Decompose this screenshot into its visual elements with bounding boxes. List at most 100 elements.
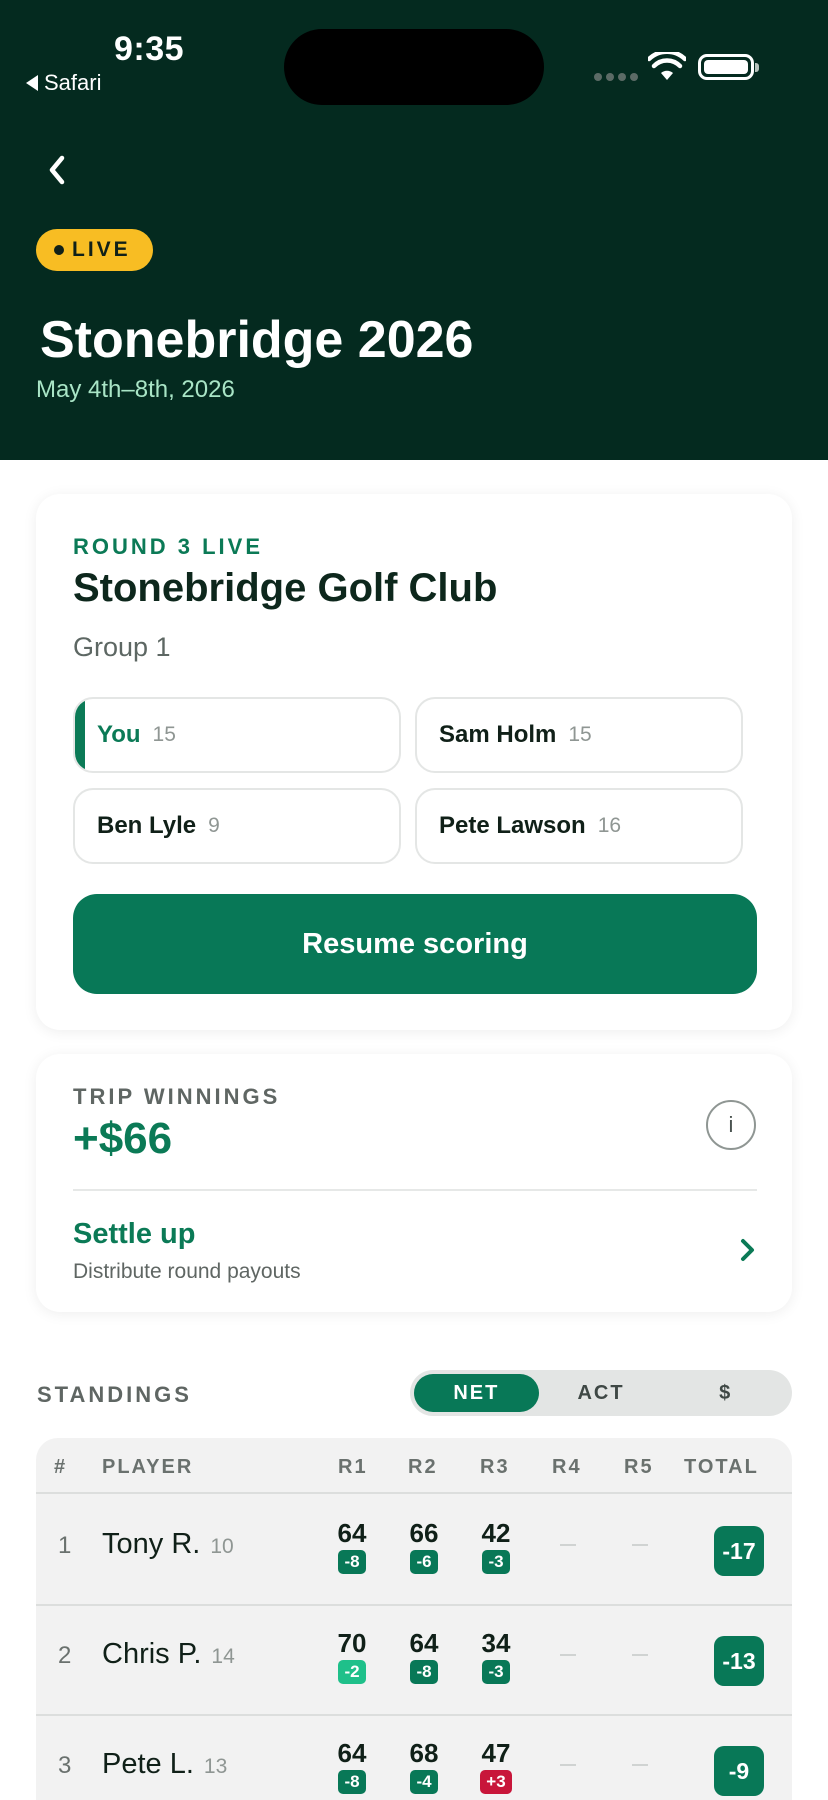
round-1-cell: 64 -8 bbox=[322, 1740, 382, 1794]
settle-up-subtitle: Distribute round payouts bbox=[73, 1260, 301, 1283]
battery-icon bbox=[698, 54, 759, 80]
empty-round-dash bbox=[632, 1654, 648, 1656]
page-title: Stonebridge 2026 bbox=[40, 311, 474, 369]
round-2-cell: 66 -6 bbox=[394, 1520, 454, 1574]
player-handicap: 16 bbox=[597, 814, 622, 837]
player-handicap: 15 bbox=[152, 723, 176, 746]
round-to-par-badge: +3 bbox=[480, 1770, 512, 1794]
empty-round-dash bbox=[632, 1764, 648, 1766]
tab-act[interactable]: ACT bbox=[539, 1374, 664, 1412]
round-4-cell bbox=[538, 1740, 598, 1766]
empty-round-dash bbox=[560, 1654, 576, 1656]
col-r3: R3 bbox=[480, 1456, 510, 1478]
standings-table: # PLAYER R1 R2 R3 R4 R5 TOTAL 1 Tony R. 10… bbox=[36, 1438, 792, 1800]
standings-label: STANDINGS bbox=[37, 1382, 192, 1407]
round-5-cell bbox=[610, 1630, 670, 1656]
col-r2: R2 bbox=[408, 1456, 438, 1478]
player-name: Sam Holm bbox=[439, 721, 557, 748]
table-row[interactable]: 2 Chris P. 14 70 -2 64 -8 34 -3 -13 bbox=[36, 1606, 792, 1716]
player-handicap: 9 bbox=[208, 814, 220, 837]
table-row[interactable]: 3 Pete L. 13 64 -8 68 -4 47 +3 -9 bbox=[36, 1716, 792, 1800]
table-header: # PLAYER R1 R2 R3 R4 R5 TOTAL bbox=[36, 1438, 792, 1494]
row-player-name: Tony R. bbox=[102, 1528, 201, 1560]
round-to-par-badge: -6 bbox=[410, 1550, 438, 1574]
settle-up-title: Settle up bbox=[73, 1218, 196, 1250]
empty-round-dash bbox=[632, 1544, 648, 1546]
round-score: 64 bbox=[337, 1518, 367, 1548]
col-r4: R4 bbox=[552, 1456, 582, 1478]
player-chip-sam-holm[interactable]: Sam Holm 15 bbox=[415, 697, 743, 773]
live-dot-icon bbox=[54, 245, 64, 255]
row-player: Chris P. 14 bbox=[102, 1638, 235, 1671]
round-4-cell bbox=[538, 1520, 598, 1546]
empty-round-dash bbox=[560, 1764, 576, 1766]
live-label: LIVE bbox=[72, 238, 131, 261]
round-to-par-badge: -8 bbox=[338, 1770, 366, 1794]
player-chip-you[interactable]: You 15 bbox=[73, 697, 401, 773]
round-to-par-badge: -8 bbox=[410, 1660, 438, 1684]
row-player-name: Chris P. bbox=[102, 1638, 202, 1670]
round-1-cell: 64 -8 bbox=[322, 1520, 382, 1574]
status-time: 9:35 bbox=[114, 30, 185, 68]
player-handicap: 15 bbox=[568, 723, 592, 746]
live-badge: LIVE bbox=[36, 229, 153, 271]
round-3-cell: 42 -3 bbox=[466, 1520, 526, 1574]
round-score: 68 bbox=[409, 1738, 439, 1768]
round-score: 70 bbox=[337, 1628, 367, 1658]
info-icon[interactable]: i bbox=[706, 1100, 756, 1150]
round-card: ROUND 3 LIVE Stonebridge Golf Club Group… bbox=[36, 494, 792, 1030]
chevron-right-icon bbox=[741, 1239, 754, 1261]
player-name: You bbox=[97, 721, 141, 748]
winnings-label: TRIP WINNINGS bbox=[73, 1084, 281, 1109]
round-score: 64 bbox=[337, 1738, 367, 1768]
round-to-par-badge: -3 bbox=[482, 1660, 510, 1684]
table-row[interactable]: 1 Tony R. 10 64 -8 66 -6 42 -3 -17 bbox=[36, 1496, 792, 1606]
round-to-par-badge: -4 bbox=[410, 1770, 438, 1794]
round-1-cell: 70 -2 bbox=[322, 1630, 382, 1684]
round-4-cell bbox=[538, 1630, 598, 1656]
row-rank: 1 bbox=[58, 1532, 72, 1559]
round-3-cell: 47 +3 bbox=[466, 1740, 526, 1794]
tab-net[interactable]: NET bbox=[414, 1374, 539, 1412]
row-player-handicap: 13 bbox=[203, 1755, 228, 1778]
player-chip-pete-lawson[interactable]: Pete Lawson 16 bbox=[415, 788, 743, 864]
round-score: 64 bbox=[409, 1628, 439, 1658]
round-score: 34 bbox=[481, 1628, 511, 1658]
back-chevron-icon[interactable] bbox=[44, 150, 72, 190]
standings-mode-toggle: NET ACT $ bbox=[410, 1370, 792, 1416]
col-player: PLAYER bbox=[102, 1456, 194, 1478]
divider bbox=[73, 1189, 757, 1191]
group-name: Group 1 bbox=[73, 632, 171, 662]
back-to-safari[interactable]: Safari bbox=[26, 70, 101, 96]
row-player-handicap: 14 bbox=[211, 1645, 235, 1668]
course-name: Stonebridge Golf Club bbox=[73, 566, 498, 610]
round-5-cell bbox=[610, 1740, 670, 1766]
row-player-handicap: 10 bbox=[210, 1535, 234, 1558]
tab-dollars[interactable]: $ bbox=[663, 1374, 788, 1412]
dynamic-island bbox=[284, 29, 544, 105]
resume-scoring-button[interactable]: Resume scoring bbox=[73, 894, 757, 994]
col-r5: R5 bbox=[624, 1456, 654, 1478]
round-3-cell: 34 -3 bbox=[466, 1630, 526, 1684]
player-name: Pete Lawson bbox=[439, 812, 586, 839]
round-2-cell: 64 -8 bbox=[394, 1630, 454, 1684]
total-badge: -13 bbox=[714, 1636, 764, 1686]
player-chip-ben-lyle[interactable]: Ben Lyle 9 bbox=[73, 788, 401, 864]
total-badge: -17 bbox=[714, 1526, 764, 1576]
row-player: Tony R. 10 bbox=[102, 1528, 234, 1561]
wifi-icon bbox=[648, 52, 686, 80]
round-to-par-badge: -8 bbox=[338, 1550, 366, 1574]
cellular-signal-icon bbox=[594, 73, 638, 81]
winnings-amount: +$66 bbox=[73, 1114, 173, 1163]
round-to-par-badge: -2 bbox=[338, 1660, 366, 1684]
empty-round-dash bbox=[560, 1544, 576, 1546]
row-rank: 2 bbox=[58, 1642, 72, 1669]
player-name: Ben Lyle bbox=[97, 812, 197, 839]
round-score: 47 bbox=[481, 1738, 511, 1768]
round-2-cell: 68 -4 bbox=[394, 1740, 454, 1794]
row-rank: 3 bbox=[58, 1752, 72, 1779]
row-player-name: Pete L. bbox=[102, 1748, 194, 1780]
trip-header: 9:35 Safari LIVE Stonebridge 2026 May 4t… bbox=[0, 0, 828, 460]
col-total: TOTAL bbox=[684, 1456, 759, 1478]
round-to-par-badge: -3 bbox=[482, 1550, 510, 1574]
